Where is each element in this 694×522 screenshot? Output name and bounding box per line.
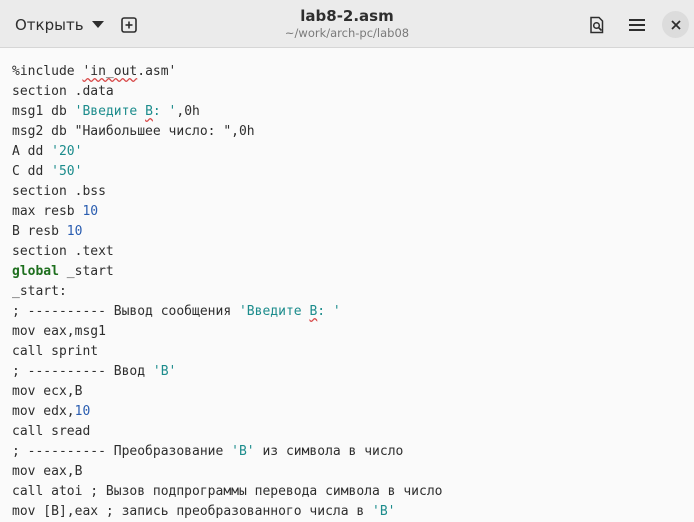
code-token: 'Введите xyxy=(238,304,310,319)
code-token: C dd xyxy=(12,164,52,179)
code-token: _start xyxy=(58,264,114,279)
code-token: 'Введите xyxy=(74,104,146,119)
code-line[interactable]: ; ---------- Ввод 'B' xyxy=(12,362,442,382)
code-line[interactable]: ; ---------- Преобразование 'B' из симво… xyxy=(12,442,442,462)
code-line[interactable]: _start: xyxy=(12,282,442,302)
code-line[interactable]: A dd '20' xyxy=(12,142,442,162)
new-tab-icon xyxy=(121,16,137,33)
code-token: 'B' xyxy=(152,364,177,379)
code-line[interactable]: call atoi ; Вызов подпрограммы перевода … xyxy=(12,482,442,502)
code-line[interactable]: mov eax,B xyxy=(12,462,442,482)
code-token: section .text xyxy=(12,244,114,259)
code-token: call sprint xyxy=(12,344,99,359)
code-token: ; ---------- Ввод xyxy=(12,364,153,379)
code-token: 10 xyxy=(82,204,99,219)
code-token: max resb xyxy=(12,204,83,219)
code-token: mov eax,msg1 xyxy=(12,324,106,339)
code-token: mov edx, xyxy=(12,404,75,419)
code-token: 'B' xyxy=(231,444,255,459)
chevron-down-icon xyxy=(91,21,104,28)
code-token: section .data xyxy=(12,84,114,99)
code-line[interactable]: C dd '50' xyxy=(12,162,442,182)
hamburger-menu-icon xyxy=(629,18,645,31)
code-token: 10 xyxy=(66,224,83,239)
code-token: section .bss xyxy=(12,184,106,199)
code-line[interactable]: ; ---------- Вывод сообщения 'Введите B:… xyxy=(12,302,442,322)
code-line[interactable]: call sprint xyxy=(12,342,442,362)
code-token: mov ecx,B xyxy=(12,384,83,399)
code-token: ; ---------- Вывод сообщения xyxy=(12,304,239,319)
code-line[interactable]: section .text xyxy=(12,242,442,262)
code-token: _start: xyxy=(12,284,67,299)
code-token: mov eax,B xyxy=(12,464,83,479)
header-bar: Открыть lab8-2.asm ~/work/arch-pc/lab08 xyxy=(0,0,694,48)
code-line[interactable]: max resb 10 xyxy=(12,202,442,222)
code-line[interactable]: msg2 db "Наибольшее число: ",0h xyxy=(12,122,442,142)
close-button[interactable] xyxy=(662,11,689,38)
code-view[interactable]: %include 'in_out.asm' section .data msg1 d… xyxy=(12,62,442,522)
code-token: 10 xyxy=(74,404,91,419)
code-token: .asm' xyxy=(137,64,177,79)
code-token: из символа в число xyxy=(254,444,404,459)
code-token: 'in_out xyxy=(82,64,138,79)
code-token: msg2 db "Наибольшее число: ",0h xyxy=(12,124,255,139)
code-token: B resb xyxy=(12,224,67,239)
code-token: B xyxy=(145,104,153,119)
code-token: : ' xyxy=(317,304,341,319)
code-token: global xyxy=(12,264,59,279)
code-line[interactable]: %include 'in_out.asm' xyxy=(12,62,442,82)
code-token: A dd xyxy=(12,144,52,159)
code-token: %include xyxy=(12,64,83,79)
close-icon xyxy=(670,19,681,30)
main-menu-button[interactable] xyxy=(621,9,653,40)
code-line[interactable]: mov eax,msg1 xyxy=(12,322,442,342)
code-line[interactable]: section .bss xyxy=(12,182,442,202)
code-token: call sread xyxy=(12,424,91,439)
code-token: ; ---------- Преобразование xyxy=(12,444,232,459)
document-search-icon xyxy=(590,16,604,33)
code-line[interactable]: msg1 db 'Введите B: ',0h xyxy=(12,102,442,122)
code-line[interactable]: global _start xyxy=(12,262,442,282)
code-token: '20' xyxy=(51,144,83,159)
code-line[interactable]: section .data xyxy=(12,82,442,102)
new-tab-button[interactable] xyxy=(113,9,145,40)
code-token: : ' xyxy=(152,104,177,119)
code-token: ,0h xyxy=(176,104,200,119)
code-token: msg1 db xyxy=(12,104,75,119)
code-line[interactable]: B resb 10 xyxy=(12,222,442,242)
open-button-label: Открыть xyxy=(15,15,84,34)
text-editor-area[interactable]: %include 'in_out.asm' section .data msg1 d… xyxy=(0,49,694,519)
code-line[interactable]: mov ecx,B xyxy=(12,382,442,402)
code-token: '50' xyxy=(51,164,83,179)
code-line[interactable]: call sread xyxy=(12,422,442,442)
find-button[interactable] xyxy=(581,9,613,40)
code-line[interactable]: mov [B],eax ; запись преобразованного чи… xyxy=(12,502,442,522)
code-token: call atoi ; Вызов подпрограммы перевода … xyxy=(12,484,443,499)
code-line[interactable]: mov edx,10 xyxy=(12,402,442,422)
open-button[interactable]: Открыть xyxy=(5,9,104,40)
